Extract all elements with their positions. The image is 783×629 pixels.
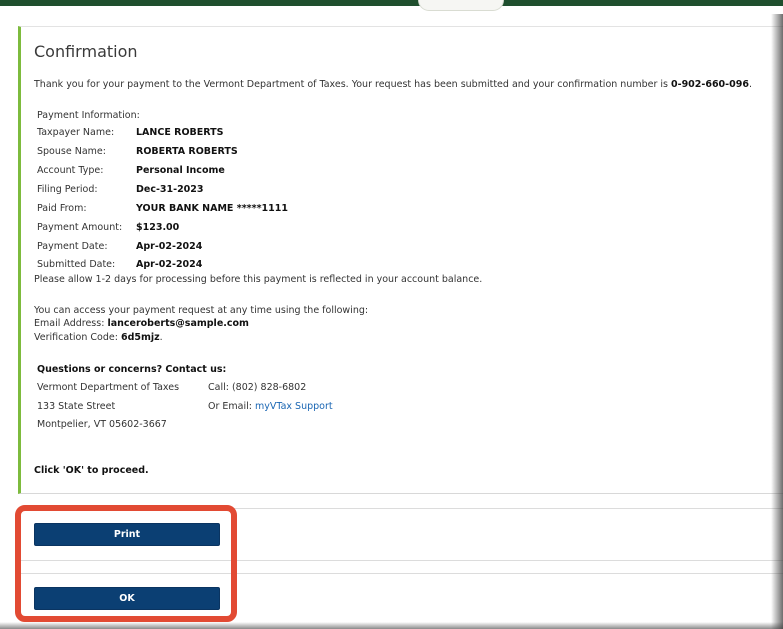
submitted-date-value: Apr-02-2024 (136, 259, 203, 270)
taxpayer-name-value: LANCE ROBERTS (136, 127, 224, 138)
payment-date-value: Apr-02-2024 (136, 241, 203, 252)
filing-period-value: Dec-31-2023 (136, 184, 204, 195)
spouse-name-label: Spouse Name: (37, 146, 106, 157)
account-type-label: Account Type: (37, 165, 104, 176)
confirmation-number: 0-902-660-096 (671, 79, 749, 90)
verification-code-period: . (159, 332, 163, 343)
contact-email-prefix: Or Email: (208, 401, 255, 412)
myvtax-support-link[interactable]: myVTax Support (255, 401, 333, 412)
spouse-name-value: ROBERTA ROBERTS (136, 146, 238, 157)
contact-street: 133 State Street (37, 401, 116, 412)
access-email-label: Email Address: (34, 318, 105, 329)
filing-period-label: Filing Period: (37, 184, 98, 195)
proceed-instruction: Click 'OK' to proceed. (34, 465, 149, 476)
payment-amount-label: Payment Amount: (37, 222, 123, 233)
contact-heading: Questions or concerns? Contact us: (37, 364, 227, 375)
top-header-bar (0, 0, 783, 6)
verification-code-label: Verification Code: (34, 332, 118, 343)
page-title: Confirmation (34, 42, 138, 61)
access-info-line: You can access your payment request at a… (34, 305, 369, 316)
right-edge-shadow (771, 14, 783, 629)
header-tab[interactable] (418, 0, 504, 11)
contact-city: Montpelier, VT 05602-3667 (37, 419, 167, 430)
submitted-date-label: Submitted Date: (37, 259, 116, 270)
access-email-value: lanceroberts@sample.com (107, 318, 249, 329)
contact-phone: Call: (802) 828-6802 (208, 382, 307, 393)
payment-amount-value: $123.00 (136, 222, 180, 233)
access-email-row: Email Address: lanceroberts@sample.com (34, 318, 249, 330)
verification-code-row: Verification Code: 6d5mjz. (34, 332, 163, 344)
payment-info-heading: Payment Information: (37, 110, 140, 121)
verification-code-value: 6d5mjz (120, 332, 160, 343)
taxpayer-name-label: Taxpayer Name: (37, 127, 115, 138)
account-type-value: Personal Income (136, 165, 225, 176)
page: Confirmation Thank you for your payment … (0, 0, 783, 629)
highlight-annotation (15, 505, 237, 622)
confirmation-period: . (748, 79, 752, 90)
bottom-edge-shadow (0, 622, 783, 629)
payment-date-label: Payment Date: (37, 241, 108, 252)
contact-org: Vermont Department of Taxes (37, 382, 180, 393)
paid-from-label: Paid From: (37, 203, 87, 214)
processing-notice: Please allow 1-2 days for processing bef… (34, 274, 483, 285)
confirmation-message: Thank you for your payment to the Vermon… (34, 79, 752, 91)
confirmation-intro: Thank you for your payment to the Vermon… (34, 79, 672, 90)
contact-email-row: Or Email: myVTax Support (208, 401, 333, 413)
paid-from-value: YOUR BANK NAME *****1111 (136, 203, 288, 214)
